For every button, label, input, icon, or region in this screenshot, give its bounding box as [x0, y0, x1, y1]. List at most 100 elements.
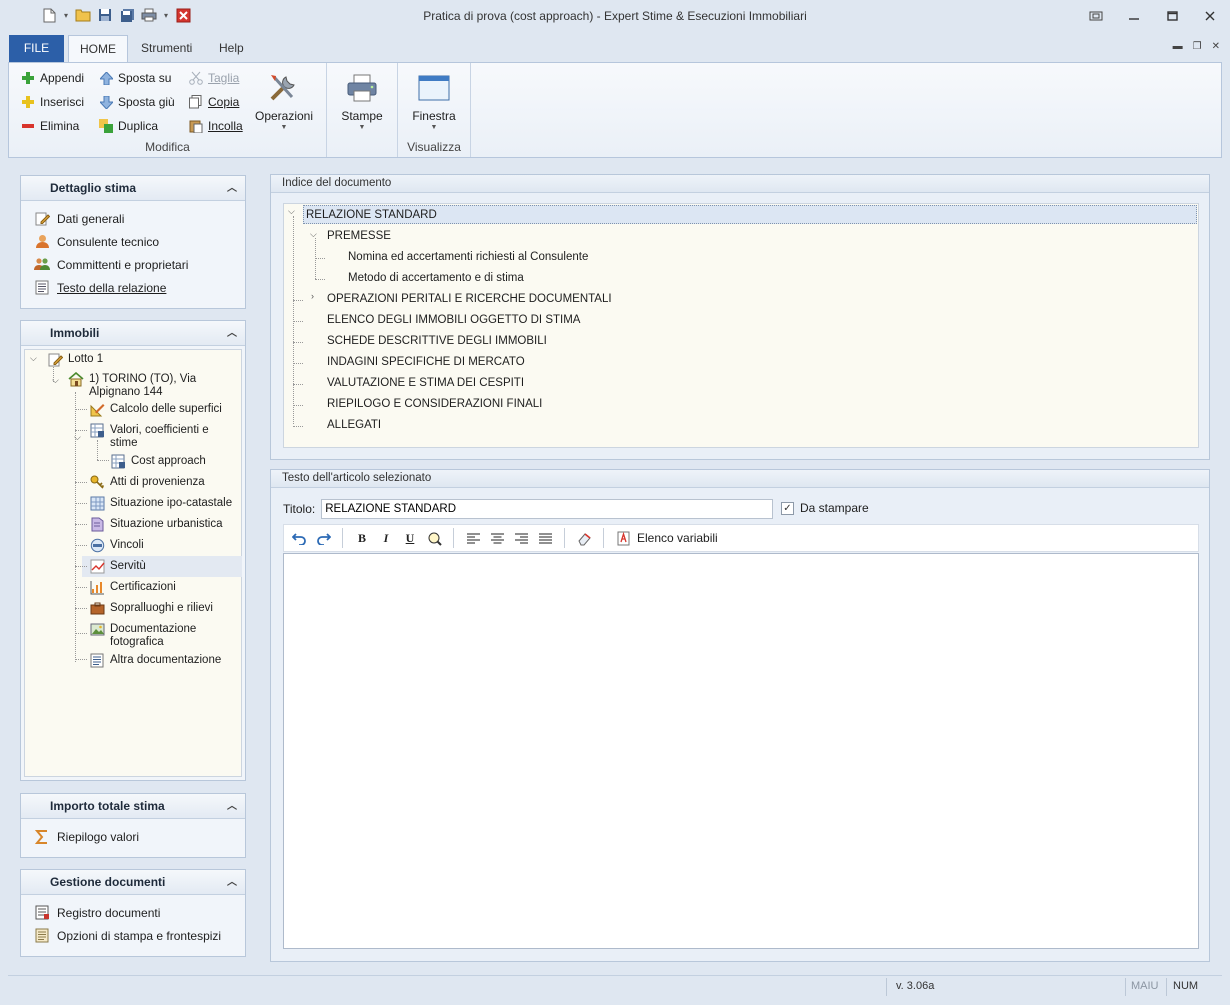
align-left-icon[interactable] — [464, 529, 482, 547]
copia-button[interactable]: Copia — [189, 92, 239, 112]
justify-icon[interactable] — [536, 529, 554, 547]
close-window-icon[interactable] — [1200, 6, 1220, 26]
nav-riepilogo-valori[interactable]: Riepilogo valori — [21, 825, 245, 848]
index-row-premesse[interactable]: PREMESSE — [327, 227, 391, 246]
operazioni-button[interactable]: Operazioni ▼ — [253, 71, 315, 131]
da-stampare-checkbox[interactable]: ✓ Da stampare — [781, 501, 869, 515]
expand-relazione-icon[interactable]: ⌵ — [288, 206, 295, 217]
nav-testo-relazione[interactable]: Testo della relazione — [21, 276, 245, 299]
tree-item-vincoli[interactable]: Vincoli — [89, 537, 144, 553]
index-row-operazioni-peritali[interactable]: OPERAZIONI PERITALI E RICERCHE DOCUMENTA… — [327, 290, 612, 309]
tree-item-documentazione-fotografica[interactable]: Documentazione fotografica — [89, 621, 239, 649]
panel-header-immobili[interactable]: Immobili ︿ — [21, 321, 245, 346]
article-text-editor[interactable] — [283, 553, 1199, 949]
index-row-valutazione[interactable]: VALUTAZIONE E STIMA DEI CESPITI — [327, 374, 524, 393]
person-icon — [34, 234, 50, 250]
elenco-variabili-button[interactable]: Elenco variabili — [614, 529, 718, 547]
index-row-label: Nomina ed accertamenti richiesti al Cons… — [348, 251, 589, 263]
align-right-icon[interactable] — [512, 529, 530, 547]
collapse-chevron-icon[interactable]: ︿ — [227, 794, 237, 819]
paste-icon — [189, 119, 203, 133]
photo-icon — [89, 621, 105, 637]
mdi-restore-icon[interactable]: ❐ — [1193, 41, 1202, 52]
index-row-riepilogo[interactable]: RIEPILOGO E CONSIDERAZIONI FINALI — [327, 395, 542, 414]
underline-button[interactable]: U — [401, 529, 419, 547]
index-row-allegati[interactable]: ALLEGATI — [327, 416, 381, 435]
elimina-button[interactable]: Elimina — [21, 116, 79, 136]
checkbox-checked-icon[interactable]: ✓ — [781, 501, 794, 515]
tree-item-certificazioni[interactable]: Certificazioni — [89, 579, 176, 595]
screenshot-icon[interactable] — [1086, 6, 1106, 26]
tree-connector — [75, 545, 87, 546]
tree-item-lotto[interactable]: Lotto 1 — [47, 351, 103, 367]
tree-connector — [75, 430, 87, 431]
incolla-button[interactable]: Incolla — [189, 116, 243, 136]
titolo-input[interactable] — [321, 499, 774, 519]
finestra-button[interactable]: Finestra ▼ — [404, 71, 464, 131]
maximize-window-icon[interactable] — [1162, 6, 1182, 26]
minimize-window-icon[interactable] — [1124, 6, 1144, 26]
tab-home[interactable]: HOME — [68, 35, 128, 63]
collapse-chevron-icon[interactable]: ︿ — [227, 321, 237, 346]
tree-item-altra-documentazione[interactable]: Altra documentazione — [89, 652, 221, 668]
sposta-giu-button[interactable]: Sposta giù — [99, 92, 175, 112]
mdi-minimize-icon[interactable]: ▬ — [1173, 41, 1183, 52]
find-replace-icon[interactable] — [425, 529, 443, 547]
tree-item-situazione-ipo-catastale[interactable]: Situazione ipo-catastale — [89, 495, 232, 511]
taglia-button[interactable]: Taglia — [189, 68, 239, 88]
status-separator — [1166, 978, 1167, 996]
tree-item-valori[interactable]: Valori, coefficienti e stime — [89, 422, 239, 450]
inserisci-button[interactable]: Inserisci — [21, 92, 84, 112]
nav-opzioni-stampa[interactable]: Opzioni di stampa e frontespizi — [21, 924, 245, 947]
bold-button[interactable]: B — [353, 529, 371, 547]
align-center-icon[interactable] — [488, 529, 506, 547]
tab-help[interactable]: Help — [208, 35, 255, 62]
expand-immobile-icon[interactable]: ⌵ — [52, 375, 59, 386]
nav-label: Riepilogo valori — [57, 829, 140, 844]
nav-registro-documenti[interactable]: Registro documenti — [21, 901, 245, 924]
index-row-metodo[interactable]: Metodo di accertamento e di stima — [348, 269, 524, 288]
expand-valori-icon[interactable]: ⌵ — [74, 432, 81, 443]
tree-item-atti-provenienza[interactable]: Atti di provenienza — [89, 474, 205, 490]
sposta-su-button[interactable]: Sposta su — [99, 68, 171, 88]
expand-lotto-icon[interactable]: ⌵ — [30, 353, 37, 364]
panel-header-importo[interactable]: Importo totale stima ︿ — [21, 794, 245, 819]
nav-dati-generali[interactable]: Dati generali — [21, 207, 245, 230]
collapse-chevron-icon[interactable]: ︿ — [227, 176, 237, 201]
variables-document-icon — [614, 529, 632, 547]
undo-icon[interactable] — [290, 529, 308, 547]
tree-item-cost-approach[interactable]: Cost approach — [110, 453, 206, 469]
nav-committenti[interactable]: Committenti e proprietari — [21, 253, 245, 276]
duplica-button[interactable]: Duplica — [99, 116, 158, 136]
tree-item-calcolo-superfici[interactable]: Calcolo delle superfici — [89, 401, 222, 417]
tree-label: Situazione urbanistica — [110, 518, 223, 530]
window-title: Pratica di prova (cost approach) - Exper… — [423, 9, 807, 23]
stampe-button[interactable]: Stampe ▼ — [335, 71, 389, 131]
tab-file[interactable]: FILE — [9, 35, 64, 62]
tree-item-immobile[interactable]: 1) TORINO (TO), Via Alpignano 144 — [68, 371, 238, 399]
index-row-indagini-mercato[interactable]: INDAGINI SPECIFICHE DI MERCATO — [327, 353, 525, 372]
index-row-schede-descrittive[interactable]: SCHEDE DESCRITTIVE DEGLI IMMOBILI — [327, 332, 547, 351]
collapse-chevron-icon[interactable]: ︿ — [227, 870, 237, 895]
tree-label: Calcolo delle superfici — [110, 403, 222, 415]
index-row-relazione-standard[interactable]: RELAZIONE STANDARD — [303, 205, 1197, 224]
tree-item-sopralluoghi[interactable]: Sopralluoghi e rilievi — [89, 600, 213, 616]
appendi-button[interactable]: Appendi — [21, 68, 84, 88]
tree-item-servitu[interactable]: Servitù — [89, 558, 146, 574]
italic-button[interactable]: I — [377, 529, 395, 547]
index-row-label: VALUTAZIONE E STIMA DEI CESPITI — [327, 377, 525, 389]
mdi-close-icon[interactable]: ✕ — [1212, 41, 1220, 52]
expand-operazioni-icon[interactable]: › — [311, 291, 314, 301]
eraser-icon[interactable] — [575, 529, 593, 547]
sposta-su-label: Sposta su — [118, 71, 172, 85]
index-row-nomina[interactable]: Nomina ed accertamenti richiesti al Cons… — [348, 248, 588, 267]
panel-header-dettaglio[interactable]: Dettaglio stima ︿ — [21, 176, 245, 201]
panel-dettaglio-stima: Dettaglio stima ︿ Dati generali Consulen… — [20, 175, 246, 309]
tree-item-situazione-urbanistica[interactable]: Situazione urbanistica — [89, 516, 223, 532]
tab-strumenti[interactable]: Strumenti — [130, 35, 203, 62]
nav-consulente-tecnico[interactable]: Consulente tecnico — [21, 230, 245, 253]
panel-header-gestione[interactable]: Gestione documenti ︿ — [21, 870, 245, 895]
index-row-elenco-immobili[interactable]: ELENCO DEGLI IMMOBILI OGGETTO DI STIMA — [327, 311, 580, 330]
expand-premesse-icon[interactable]: ⌵ — [310, 229, 317, 240]
redo-icon[interactable] — [314, 529, 332, 547]
